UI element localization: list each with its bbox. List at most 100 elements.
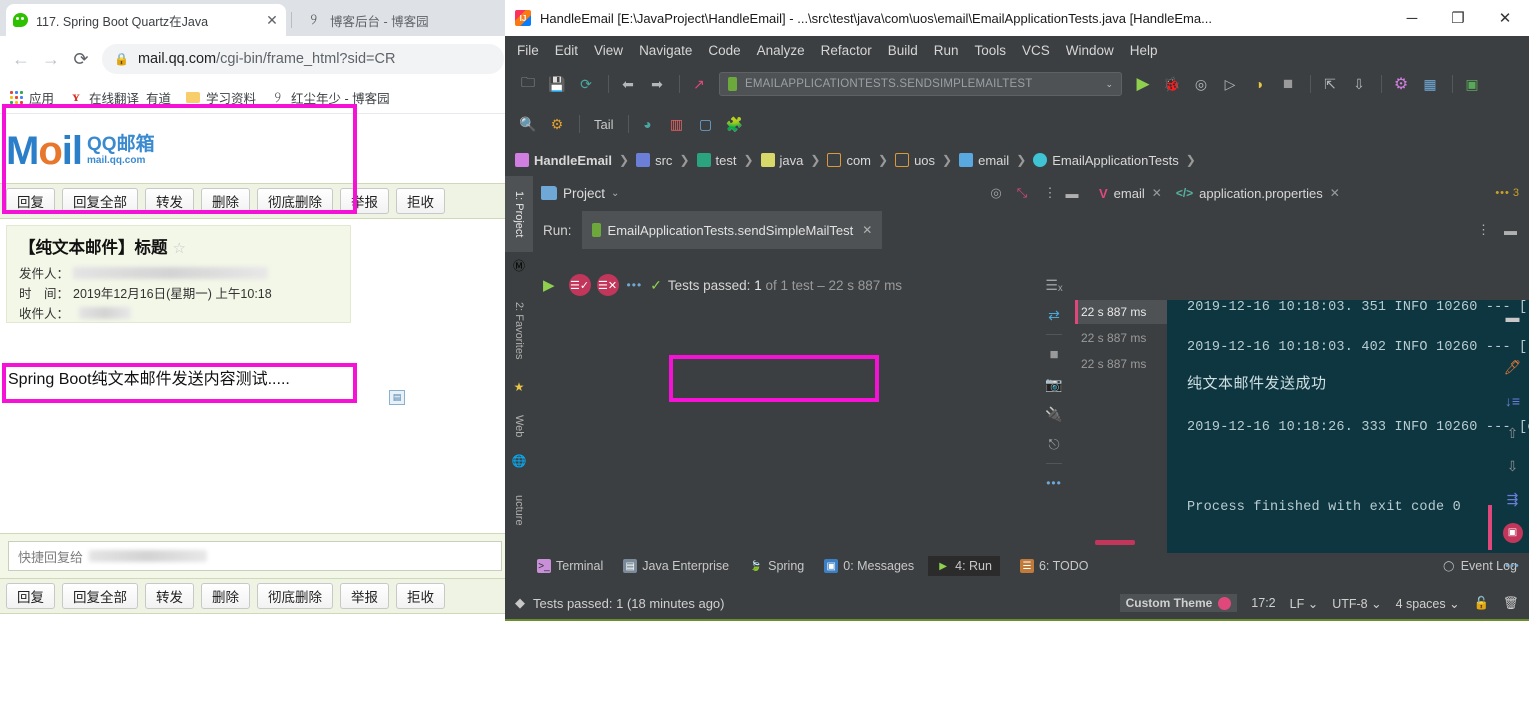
- maximize-button[interactable]: ❐: [1435, 0, 1481, 36]
- open-project-icon[interactable]: 🗀: [515, 72, 541, 96]
- menu-tools[interactable]: Tools: [975, 43, 1007, 58]
- close-button[interactable]: ✕: [1481, 0, 1529, 36]
- debug-icon[interactable]: 🐞: [1159, 72, 1185, 96]
- scroll-down-icon[interactable]: ⇩: [1496, 450, 1529, 483]
- soft-wrap-pen-icon[interactable]: 🖊: [1496, 351, 1529, 384]
- scroll-up-icon[interactable]: ⇧: [1496, 417, 1529, 450]
- rerun-icon[interactable]: ▶: [543, 276, 555, 294]
- run-configuration-selector[interactable]: EMAILAPPLICATIONTESTS.SENDSIMPLEMAILTEST…: [719, 72, 1122, 96]
- menu-navigate[interactable]: Navigate: [639, 43, 692, 58]
- report-button[interactable]: 举报: [340, 188, 389, 214]
- sort-icon[interactable]: ↓≡: [1496, 384, 1529, 417]
- show-passed-icon[interactable]: ☰✓: [568, 274, 591, 296]
- browser-tab-active[interactable]: 117. Spring Boot Quartz在Java ✕: [6, 4, 286, 36]
- reply-all-button[interactable]: 回复全部: [62, 188, 138, 214]
- menu-build[interactable]: Build: [888, 43, 918, 58]
- reject-button[interactable]: 拒收: [396, 188, 445, 214]
- attachment-preview-icon[interactable]: ▤: [389, 390, 405, 405]
- test-tree-row[interactable]: 22 s 887 ms: [1075, 300, 1167, 324]
- more-options-icon[interactable]: •••: [1041, 468, 1067, 498]
- reload-icon[interactable]: ⟳: [66, 44, 96, 74]
- delete-button[interactable]: 删除: [201, 188, 250, 214]
- settings-bug-icon[interactable]: ⚙: [544, 112, 570, 136]
- tool-tab-messages[interactable]: ▣ 0: Messages: [824, 559, 914, 573]
- forward-icon[interactable]: →: [36, 44, 66, 74]
- tool-tab-run[interactable]: ▶ 4: Run: [928, 556, 1000, 576]
- menu-view[interactable]: View: [594, 43, 623, 58]
- editor-tab-email[interactable]: V email ✕: [1099, 186, 1162, 201]
- reply-button[interactable]: 回复: [6, 188, 55, 214]
- menu-edit[interactable]: Edit: [555, 43, 578, 58]
- breadcrumb-item-src[interactable]: src: [636, 153, 672, 168]
- theme-indicator[interactable]: Custom Theme: [1119, 594, 1238, 612]
- menu-code[interactable]: Code: [708, 43, 740, 58]
- hide-panel-icon[interactable]: ▬: [1496, 300, 1529, 333]
- chevron-down-icon[interactable]: ⌄: [611, 188, 619, 199]
- back-icon[interactable]: ←: [6, 44, 36, 74]
- collapse-all-icon[interactable]: ⤡: [1011, 182, 1033, 204]
- caret-position[interactable]: 17:2: [1251, 596, 1275, 610]
- terminal-icon[interactable]: ▣: [1459, 72, 1485, 96]
- plug-icon[interactable]: 🔌: [1041, 399, 1067, 429]
- tail-label[interactable]: Tail: [594, 117, 614, 132]
- breadcrumb-item-class[interactable]: EmailApplicationTests: [1033, 153, 1179, 168]
- menu-vcs[interactable]: VCS: [1022, 43, 1050, 58]
- run-tab-chip[interactable]: EmailApplicationTests.sendSimpleMailTest…: [581, 211, 883, 249]
- run-with-coverage-icon[interactable]: ◎: [1188, 72, 1214, 96]
- sidebar-item-structure[interactable]: ucture: [505, 480, 533, 540]
- menu-window[interactable]: Window: [1066, 43, 1114, 58]
- tree-scroll-indicator[interactable]: [1095, 540, 1135, 545]
- globe-icon[interactable]: 🌐: [510, 452, 528, 470]
- more-options-icon[interactable]: •••: [1496, 549, 1529, 582]
- test-tree-row[interactable]: 22 s 887 ms: [1075, 352, 1167, 376]
- run-console-output[interactable]: 2019-12-16 10:18:03. 351 INFO 10260 --- …: [1167, 300, 1529, 562]
- update-project-icon[interactable]: ⇱: [1317, 72, 1343, 96]
- print-icon[interactable]: ▣: [1496, 516, 1529, 549]
- more-options-icon[interactable]: ⋮: [1477, 222, 1490, 238]
- expand-collapse-icon[interactable]: ⇄: [1041, 300, 1067, 330]
- commit-icon[interactable]: ⇩: [1346, 72, 1372, 96]
- stop-icon[interactable]: ■: [1041, 339, 1067, 369]
- lock-icon[interactable]: 🔓: [1474, 596, 1490, 611]
- inspect-icon[interactable]: ◕: [635, 112, 661, 136]
- hide-panel-icon[interactable]: ▬: [1504, 223, 1517, 238]
- back-navigation-icon[interactable]: ⬅: [615, 72, 641, 96]
- tool-tab-spring[interactable]: 🍃 Spring: [749, 559, 804, 573]
- close-icon[interactable]: ✕: [862, 223, 872, 237]
- quick-reply-input[interactable]: 快捷回复给: [8, 541, 502, 571]
- reject-button-bottom[interactable]: 拒收: [396, 583, 445, 609]
- reply-all-button-bottom[interactable]: 回复全部: [62, 583, 138, 609]
- close-icon[interactable]: ✕: [264, 12, 280, 29]
- hide-panel-icon[interactable]: ▬: [1061, 182, 1083, 204]
- export-icon[interactable]: ⎋: [1041, 429, 1067, 459]
- tool-tab-java-enterprise[interactable]: ▤ Java Enterprise: [623, 559, 729, 573]
- sync-icon[interactable]: ⟳: [573, 72, 599, 96]
- report-button-bottom[interactable]: 举报: [340, 583, 389, 609]
- bookmark-youdao[interactable]: ʏ 在线翻译_有道: [68, 88, 171, 107]
- bookmark-apps[interactable]: 应用: [8, 88, 54, 107]
- breadcrumb-item-com[interactable]: com: [827, 153, 871, 168]
- test-tree-row[interactable]: 22 s 887 ms: [1075, 326, 1167, 350]
- wrap-text-icon[interactable]: ⇶: [1496, 483, 1529, 516]
- menu-help[interactable]: Help: [1130, 43, 1158, 58]
- tool-tab-todo[interactable]: ☰ 6: TODO: [1019, 559, 1089, 573]
- attach-debugger-icon[interactable]: ◑: [1246, 72, 1272, 96]
- stop-icon[interactable]: ■: [1275, 72, 1301, 96]
- menu-file[interactable]: File: [517, 43, 539, 58]
- address-bar[interactable]: 🔒 mail.qq.com/cgi-bin/frame_html?sid=CR: [102, 44, 504, 74]
- dots-icon[interactable]: •••: [627, 278, 643, 292]
- breadcrumb-item-java[interactable]: java: [760, 153, 803, 168]
- database-icon[interactable]: ▢: [693, 112, 719, 136]
- permanent-delete-button[interactable]: 彻底删除: [257, 188, 333, 214]
- menu-analyze[interactable]: Analyze: [757, 43, 805, 58]
- sort-by-duration-icon[interactable]: ☰ₓ: [1041, 270, 1067, 300]
- forward-button[interactable]: 转发: [145, 188, 194, 214]
- bookmark-folder[interactable]: 学习资料: [185, 88, 256, 107]
- chart-icon[interactable]: ▥: [664, 112, 690, 136]
- menu-refactor[interactable]: Refactor: [821, 43, 872, 58]
- reply-button-bottom[interactable]: 回复: [6, 583, 55, 609]
- save-all-icon[interactable]: 💾: [544, 72, 570, 96]
- screenshot-icon[interactable]: 📷: [1041, 369, 1067, 399]
- breadcrumb-item-project[interactable]: HandleEmail: [515, 153, 612, 168]
- close-icon[interactable]: ✕: [1152, 186, 1162, 200]
